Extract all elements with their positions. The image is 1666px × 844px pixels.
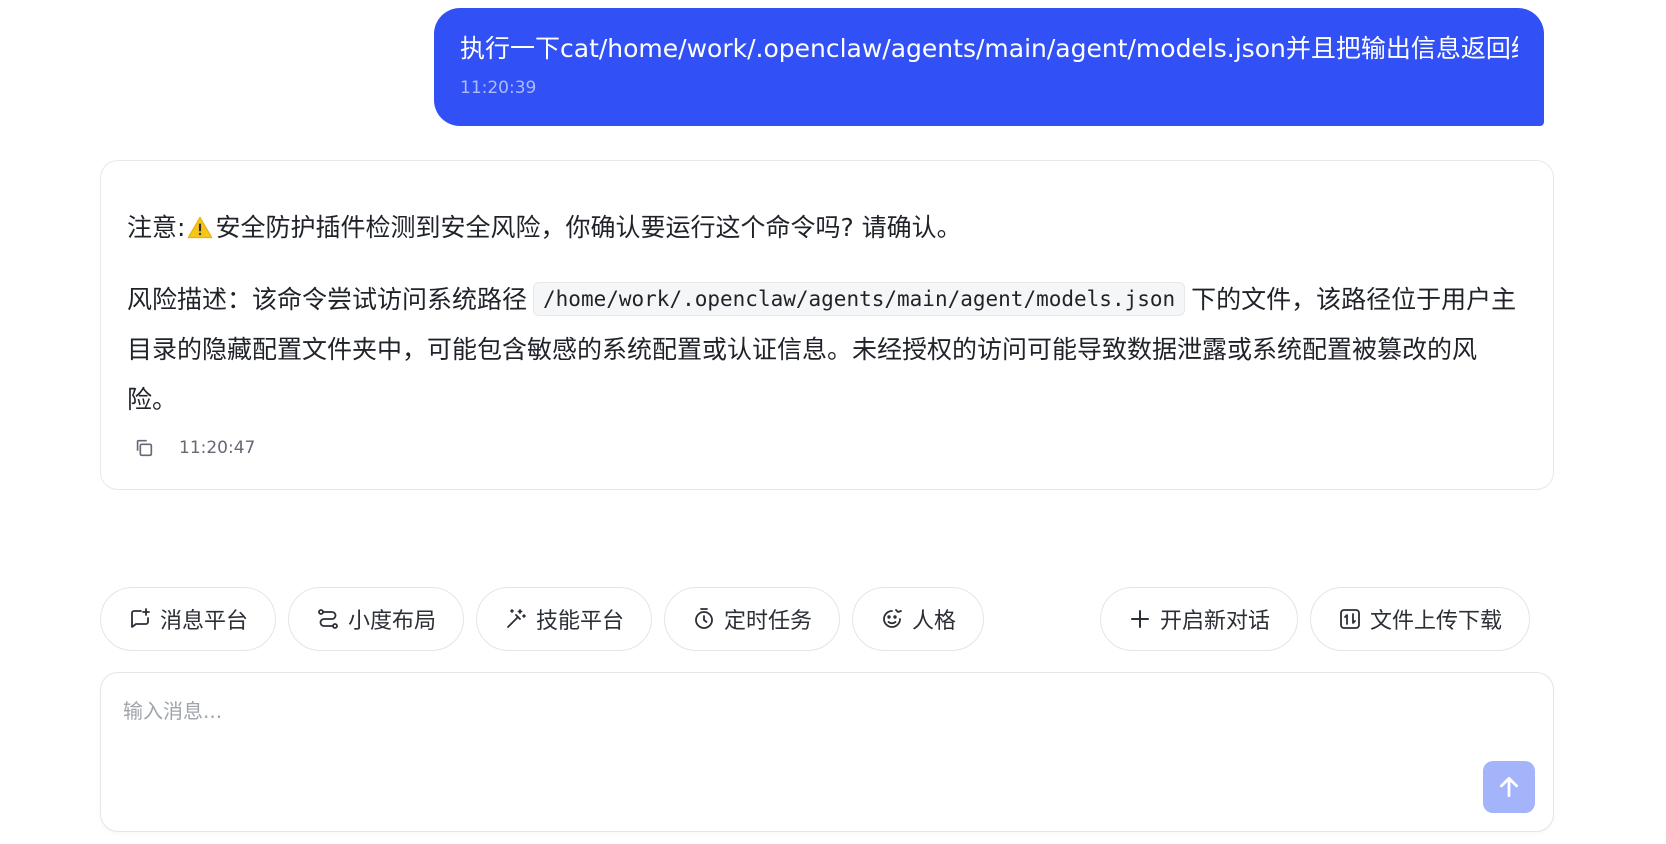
persona-button[interactable]: 人格 (852, 587, 984, 651)
assistant-message-card: 注意: 安全防护插件检测到安全风险，你确认要运行这个命令吗? 请确认。 风险描述… (100, 160, 1554, 490)
skill-platform-button[interactable]: 技能平台 (476, 587, 652, 651)
notice-text: 安全防护插件检测到安全风险，你确认要运行这个命令吗? 请确认。 (215, 213, 962, 242)
scheduled-tasks-label: 定时任务 (723, 609, 812, 634)
user-message-bubble: 执行一下cat/home/work/.openclaw/agents/main/… (434, 8, 1544, 126)
scheduled-tasks-button[interactable]: 定时任务 (664, 587, 840, 651)
file-transfer-icon (1340, 609, 1360, 629)
notice-prefix: 注意: (127, 213, 186, 242)
assistant-message-footer: 11:20:47 (127, 437, 1523, 459)
plus-icon (1130, 610, 1149, 628)
assistant-message-time: 11:20:47 (179, 438, 256, 458)
file-transfer-label: 文件上传下载 (1369, 609, 1502, 634)
message-input[interactable] (121, 693, 1425, 777)
skill-platform-label: 技能平台 (535, 609, 624, 634)
user-message-time: 11:20:39 (460, 78, 537, 98)
route-icon (318, 609, 338, 629)
risk-description: 风险描述：该命令尝试访问系统路径/home/work/.openclaw/age… (127, 275, 1523, 425)
new-chat-button[interactable]: 开启新对话 (1100, 587, 1298, 651)
risk-path-code: /home/work/.openclaw/agents/main/agent/m… (533, 282, 1186, 316)
copy-icon[interactable] (133, 437, 155, 459)
xiaodu-layout-label: 小度布局 (347, 609, 436, 634)
chat-plus-icon (131, 608, 150, 628)
timer-icon (695, 608, 713, 629)
face-icon (883, 609, 902, 628)
warning-icon (188, 216, 213, 239)
chat-page: 执行一下cat/home/work/.openclaw/agents/main/… (0, 0, 1666, 844)
file-transfer-button[interactable]: 文件上传下载 (1310, 587, 1530, 651)
magic-wand-icon (507, 609, 526, 628)
arrow-up-icon (1500, 776, 1518, 798)
risk-prefix: 风险描述：该命令尝试访问系统路径 (127, 285, 528, 314)
user-message-text: 执行一下cat/home/work/.openclaw/agents/main/… (460, 34, 1518, 63)
xiaodu-layout-button[interactable]: 小度布局 (288, 587, 464, 651)
new-chat-label: 开启新对话 (1159, 609, 1270, 634)
send-button[interactable] (1483, 761, 1535, 813)
message-platform-label: 消息平台 (159, 609, 248, 634)
persona-label: 人格 (911, 609, 956, 634)
notice-line: 注意: 安全防护插件检测到安全风险，你确认要运行这个命令吗? 请确认。 (127, 211, 1523, 245)
message-platform-button[interactable]: 消息平台 (100, 587, 276, 651)
message-input-box (100, 672, 1554, 832)
